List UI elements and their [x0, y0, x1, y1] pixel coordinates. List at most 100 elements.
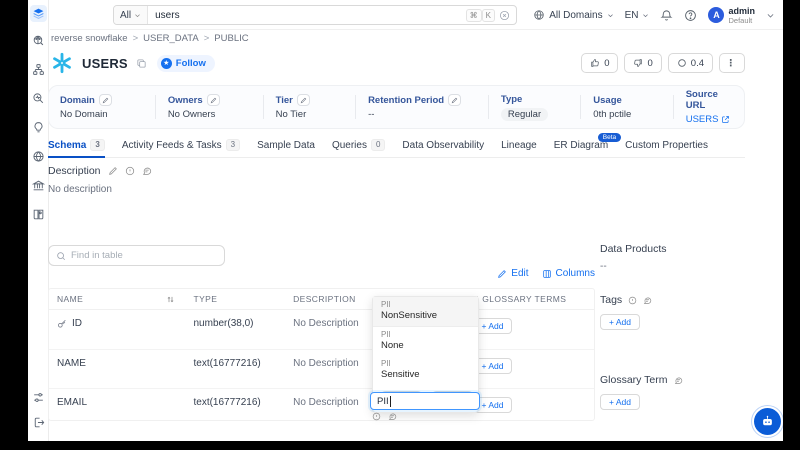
- column-name-cell[interactable]: EMAIL: [49, 397, 185, 408]
- edit-table-button[interactable]: Edit: [497, 268, 528, 279]
- column-description-cell: No Description: [285, 358, 370, 369]
- glossary-term-title: Glossary Term: [600, 374, 668, 386]
- search-scope-value: All: [120, 10, 131, 21]
- data-products-title: Data Products: [600, 243, 667, 255]
- domain-value: No Domain: [60, 109, 137, 120]
- assistant-bot-button[interactable]: [754, 408, 781, 435]
- services-icon[interactable]: [32, 63, 45, 76]
- chevron-down-icon[interactable]: [766, 11, 775, 20]
- column-name-cell[interactable]: ID: [49, 318, 185, 329]
- glossary-comments-icon[interactable]: [674, 376, 683, 385]
- tags-section: Tags + Add: [600, 294, 652, 330]
- star-icon: ★: [161, 58, 172, 69]
- request-tags-icon[interactable]: [372, 412, 381, 421]
- table-header-row: NAME TYPE DESCRIPTION ▽TAGS ▽GLOSSARY TE…: [49, 289, 594, 310]
- breadcrumb-database[interactable]: USER_DATA: [143, 33, 199, 44]
- type-label: Type: [501, 94, 522, 105]
- type-value: Regular: [501, 108, 548, 121]
- tab-schema[interactable]: Schema3: [48, 139, 105, 157]
- domains-label: All Domains: [549, 10, 602, 21]
- search-icon: [56, 251, 66, 261]
- column-name-cell[interactable]: NAME: [49, 358, 185, 369]
- tags-comments-icon[interactable]: [643, 296, 652, 305]
- find-in-table: [48, 245, 225, 266]
- tab-sample-data[interactable]: Sample Data: [257, 140, 315, 157]
- domains-icon[interactable]: [32, 150, 45, 163]
- edit-tier-icon[interactable]: [297, 94, 310, 106]
- tags-comments-icon[interactable]: [388, 412, 397, 421]
- copy-icon[interactable]: [136, 58, 147, 69]
- breadcrumb-separator: >: [204, 33, 210, 44]
- text-cursor: [390, 396, 391, 407]
- observability-icon[interactable]: [32, 92, 45, 105]
- cmd-key-hint: ⌘: [466, 9, 482, 22]
- find-in-table-input[interactable]: [71, 250, 217, 261]
- edit-retention-icon[interactable]: [448, 94, 461, 106]
- header-glossary-terms: ▽GLOSSARY TERMS: [464, 294, 594, 304]
- settings-icon[interactable]: [32, 391, 45, 404]
- column-description-cell: No Description: [285, 397, 370, 408]
- right-panel: Data Products -- Tags + Add Glossary Ter…: [600, 0, 750, 441]
- left-sidebar: [28, 0, 49, 441]
- header-name: NAME: [49, 294, 185, 304]
- owners-value: No Owners: [168, 109, 245, 120]
- request-description-icon[interactable]: [125, 166, 135, 176]
- tag-option-none[interactable]: PII None: [373, 327, 478, 356]
- breadcrumb-separator: >: [133, 33, 139, 44]
- description-comments-icon[interactable]: [142, 166, 152, 176]
- tab-data-observability[interactable]: Data Observability: [402, 140, 484, 157]
- tag-option-label: NonSensitive: [381, 310, 470, 322]
- owners-label: Owners: [168, 95, 203, 106]
- bot-icon: [760, 414, 775, 429]
- request-tags-icon[interactable]: [628, 296, 637, 305]
- follow-button[interactable]: ★ Follow: [157, 55, 215, 72]
- k-key-hint: K: [482, 9, 495, 22]
- columns-icon: [542, 269, 552, 279]
- tag-option-label: Sensitive: [381, 369, 470, 381]
- breadcrumb-schema[interactable]: PUBLIC: [214, 33, 248, 44]
- thumbs-up-icon: [590, 58, 600, 68]
- add-tags-button[interactable]: + Add: [600, 314, 640, 330]
- info-owners: Owners No Owners: [168, 94, 251, 120]
- sort-icon[interactable]: [166, 295, 175, 304]
- search-scope-select[interactable]: All: [114, 6, 148, 24]
- insights-icon[interactable]: [32, 121, 45, 134]
- pencil-icon: [497, 269, 507, 279]
- add-glossary-term-button[interactable]: + Add: [600, 394, 640, 410]
- tab-count-badge: 3: [90, 139, 104, 151]
- tag-search-input[interactable]: PII: [370, 392, 480, 410]
- layers-logo-icon: [32, 7, 45, 20]
- edit-domain-icon[interactable]: [99, 94, 112, 106]
- breadcrumb-service[interactable]: reverse snowflake: [51, 33, 128, 44]
- tab-count-badge: 0: [371, 139, 385, 151]
- glossary-icon[interactable]: [32, 208, 45, 221]
- data-products-section: Data Products --: [600, 243, 667, 272]
- edit-description-icon[interactable]: [108, 166, 118, 176]
- snowflake-logo-icon: [49, 50, 75, 76]
- edit-owners-icon[interactable]: [207, 94, 220, 106]
- tab-queries[interactable]: Queries0: [332, 139, 385, 157]
- table-row: EMAIL text(16777216) No Description + Ad…: [49, 389, 594, 421]
- tag-option-sensitive[interactable]: PII Sensitive: [373, 356, 478, 385]
- govern-icon[interactable]: [32, 179, 45, 192]
- tags-title: Tags: [600, 294, 622, 306]
- logout-icon[interactable]: [32, 416, 45, 429]
- explore-icon[interactable]: [32, 34, 45, 47]
- tag-option-group: PII: [381, 359, 470, 369]
- retention-label: Retention Period: [368, 95, 444, 106]
- tag-option-nonsensitive[interactable]: PII NonSensitive: [373, 297, 478, 327]
- columns-button[interactable]: Columns: [542, 268, 595, 279]
- breadcrumb: reverse snowflake > USER_DATA > PUBLIC: [51, 33, 249, 44]
- glossary-term-section: Glossary Term + Add: [600, 374, 683, 410]
- tab-activity-feeds[interactable]: Activity Feeds & Tasks3: [122, 139, 240, 157]
- tab-count-badge: 3: [226, 139, 240, 151]
- search-input[interactable]: [148, 10, 466, 21]
- data-products-empty: --: [600, 261, 667, 272]
- search-clear-icon[interactable]: [499, 10, 510, 21]
- app-logo[interactable]: [30, 5, 47, 22]
- tier-value: No Tier: [276, 109, 337, 120]
- primary-key-icon: [57, 319, 67, 329]
- tab-lineage[interactable]: Lineage: [501, 140, 537, 157]
- domain-label: Domain: [60, 95, 95, 106]
- page-title: USERS: [82, 56, 128, 71]
